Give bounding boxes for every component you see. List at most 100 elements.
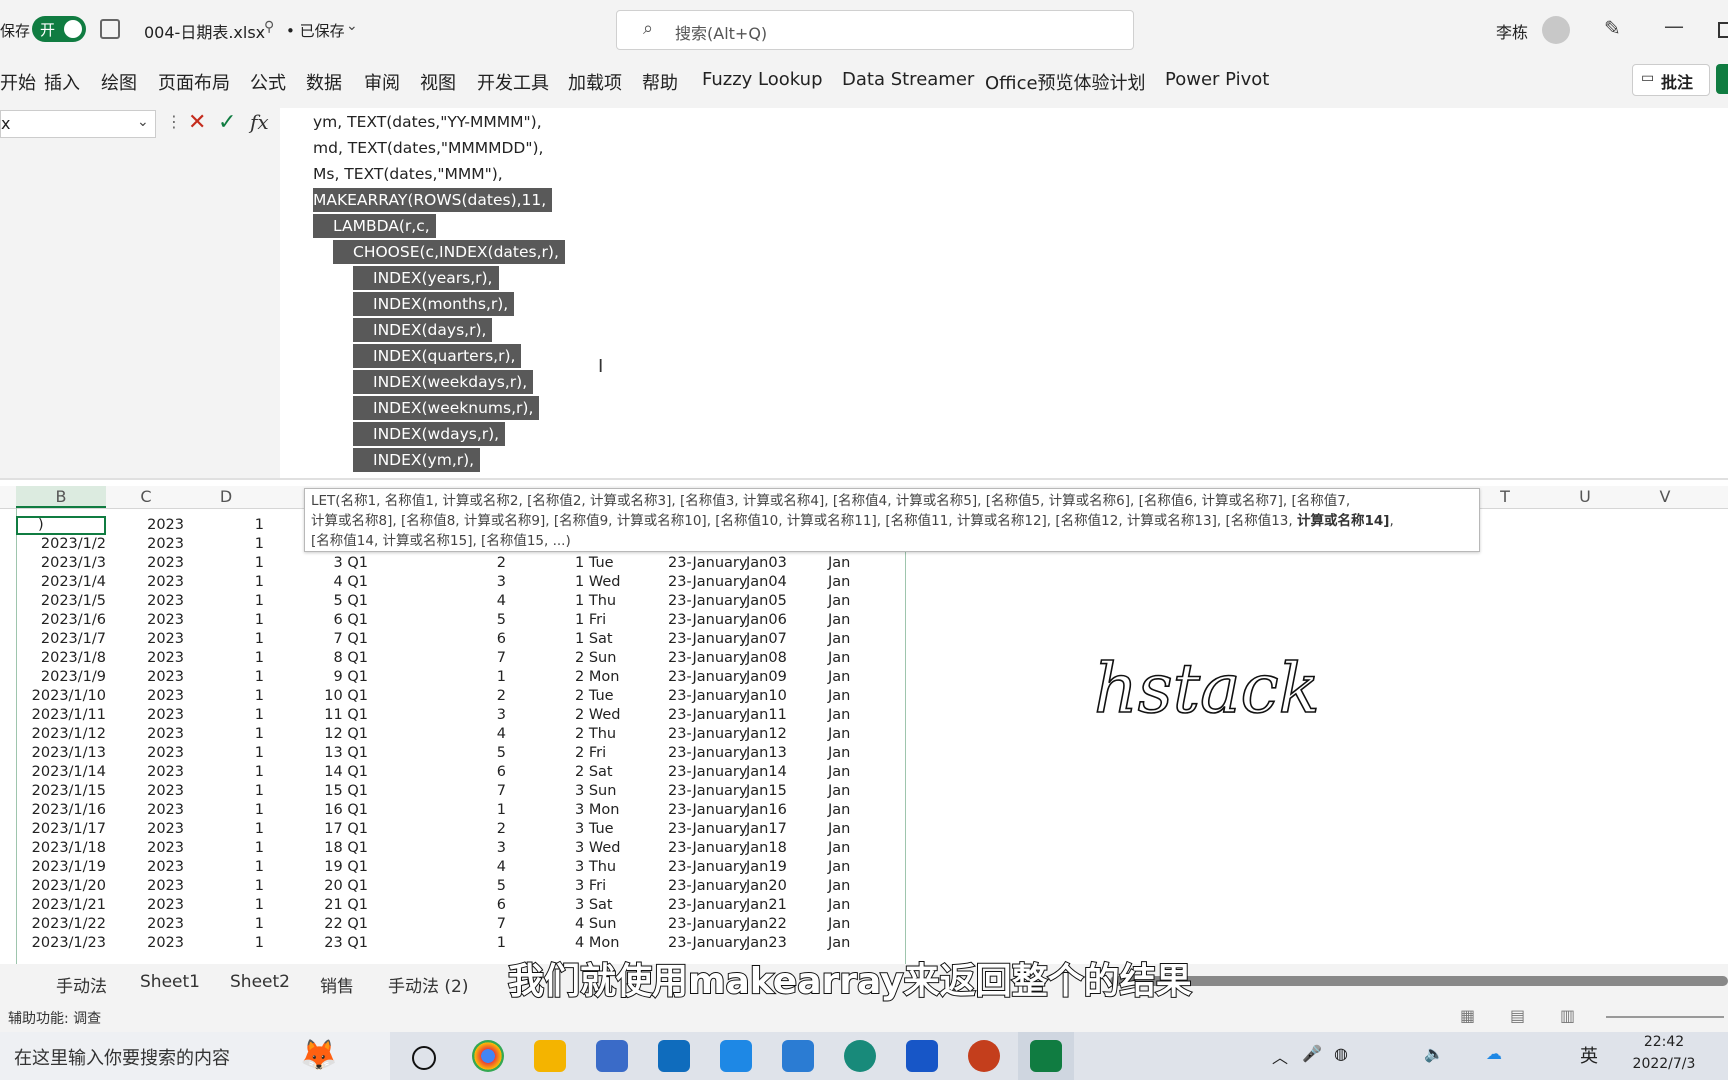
tab-draw[interactable]: 绘图 bbox=[101, 69, 137, 95]
cell-month[interactable]: 1 bbox=[200, 554, 264, 573]
cell-month[interactable]: 1 bbox=[200, 763, 264, 782]
cell-date[interactable]: 2023/1/14 bbox=[16, 763, 106, 782]
column-header-c[interactable]: C bbox=[106, 486, 186, 508]
cell-weekday[interactable]: 6 bbox=[460, 763, 506, 782]
cell-month[interactable]: 1 bbox=[200, 611, 264, 630]
cell-month[interactable]: 1 bbox=[200, 573, 264, 592]
cell-year[interactable]: 2023 bbox=[120, 535, 184, 554]
cell-month[interactable]: 1 bbox=[200, 535, 264, 554]
cell-year[interactable]: 2023 bbox=[120, 573, 184, 592]
cell-month-short[interactable]: Jan bbox=[828, 687, 888, 706]
cell-date[interactable]: 2023/1/10 bbox=[16, 687, 106, 706]
share-button[interactable] bbox=[1716, 64, 1728, 94]
cell-month-day[interactable]: Jan12 bbox=[746, 725, 806, 744]
tab-developer[interactable]: 开发工具 bbox=[477, 69, 549, 95]
cell-weeknum-dayname[interactable]: 3 Thu bbox=[575, 858, 665, 877]
excel-taskbar-active[interactable] bbox=[1018, 1032, 1074, 1080]
tab-help[interactable]: 帮助 bbox=[642, 69, 678, 95]
cell-year-month[interactable]: 23-January bbox=[668, 744, 752, 763]
cell-month-short[interactable]: Jan bbox=[828, 820, 888, 839]
autosave-toggle[interactable]: 开 bbox=[32, 16, 86, 42]
tab-view[interactable]: 视图 bbox=[420, 69, 456, 95]
cell-month[interactable]: 1 bbox=[200, 820, 264, 839]
cell-month-day[interactable]: Jan20 bbox=[746, 877, 806, 896]
cell-weekday[interactable]: 3 bbox=[460, 573, 506, 592]
cell-year[interactable]: 2023 bbox=[120, 896, 184, 915]
store-icon[interactable] bbox=[720, 1040, 752, 1072]
cell-year-month[interactable]: 23-January bbox=[668, 934, 752, 953]
cell-year-month[interactable]: 23-January bbox=[668, 611, 752, 630]
cell-date[interactable]: 2023/1/9 bbox=[16, 668, 106, 687]
tab-review[interactable]: 审阅 bbox=[364, 69, 400, 95]
cell-day-quarter[interactable]: 21 Q1 bbox=[300, 896, 368, 915]
user-name[interactable]: 李栋 bbox=[1496, 19, 1528, 43]
tab-data[interactable]: 数据 bbox=[306, 69, 342, 95]
cell-day-quarter[interactable]: 12 Q1 bbox=[300, 725, 368, 744]
cell-month-short[interactable]: Jan bbox=[828, 725, 888, 744]
clock-time[interactable]: 22:42 bbox=[1632, 1034, 1696, 1050]
cell-weeknum-dayname[interactable]: 1 Wed bbox=[575, 573, 665, 592]
cell-day-quarter[interactable]: 23 Q1 bbox=[300, 934, 368, 953]
column-header-b[interactable]: B bbox=[16, 486, 106, 508]
cell-date[interactable]: 2023/1/13 bbox=[16, 744, 106, 763]
cell-date[interactable]: 2023/1/11 bbox=[16, 706, 106, 725]
cell-month[interactable]: 1 bbox=[200, 934, 264, 953]
cell-month[interactable]: 1 bbox=[200, 687, 264, 706]
cell-weeknum-dayname[interactable]: 2 Tue bbox=[575, 687, 665, 706]
save-status[interactable]: • 已保存 bbox=[286, 20, 345, 41]
sheet-tab-manual-2[interactable]: 手动法 (2) bbox=[388, 972, 468, 997]
column-header-d[interactable]: D bbox=[186, 486, 266, 508]
cell-month-short[interactable]: Jan bbox=[828, 801, 888, 820]
formula-line[interactable]: INDEX(quarters,r), bbox=[353, 344, 522, 368]
tab-formulas[interactable]: 公式 bbox=[250, 69, 286, 95]
cell-month[interactable]: 1 bbox=[200, 896, 264, 915]
cell-year[interactable]: 2023 bbox=[120, 839, 184, 858]
cell-month-short[interactable]: Jan bbox=[828, 915, 888, 934]
edge-icon[interactable] bbox=[844, 1040, 876, 1072]
sheet-tab-manual[interactable]: 手动法 bbox=[56, 972, 107, 997]
confirm-icon[interactable]: ✓ bbox=[218, 110, 236, 135]
cell-d-first[interactable]: 1 bbox=[200, 516, 264, 535]
cell-weekday[interactable]: 4 bbox=[460, 725, 506, 744]
cell-weeknum-dayname[interactable]: 2 Fri bbox=[575, 744, 665, 763]
cell-month-short[interactable]: Jan bbox=[828, 592, 888, 611]
cell-c-first[interactable]: 2023 bbox=[120, 516, 184, 535]
cell-b-first[interactable]: ) bbox=[38, 516, 44, 535]
tab-insert[interactable]: 插入 bbox=[44, 69, 80, 95]
cell-weeknum-dayname[interactable]: 4 Mon bbox=[575, 934, 665, 953]
powerpoint-icon[interactable] bbox=[968, 1040, 1000, 1072]
cell-year[interactable]: 2023 bbox=[120, 877, 184, 896]
cell-date[interactable]: 2023/1/2 bbox=[16, 535, 106, 554]
cell-date[interactable]: 2023/1/16 bbox=[16, 801, 106, 820]
clock-date[interactable]: 2022/7/3 bbox=[1618, 1056, 1710, 1072]
cell-weeknum-dayname[interactable]: 3 Sun bbox=[575, 782, 665, 801]
cell-month-short[interactable]: Jan bbox=[828, 554, 888, 573]
formula-line[interactable]: md, TEXT(dates,"MMMMDD"), bbox=[313, 136, 543, 160]
cell-month[interactable]: 1 bbox=[200, 801, 264, 820]
formula-line[interactable]: INDEX(weekdays,r), bbox=[353, 370, 534, 394]
cell-month-short[interactable]: Jan bbox=[828, 763, 888, 782]
cell-year-month[interactable]: 23-January bbox=[668, 763, 752, 782]
cell-weekday[interactable]: 5 bbox=[460, 744, 506, 763]
tab-office-preview[interactable]: Office预览体验计划 bbox=[985, 69, 1146, 95]
cell-date[interactable]: 2023/1/21 bbox=[16, 896, 106, 915]
formula-line[interactable]: ym, TEXT(dates,"YY-MMMM"), bbox=[313, 110, 542, 134]
cell-year-month[interactable]: 23-January bbox=[668, 706, 752, 725]
cell-day-quarter[interactable]: 8 Q1 bbox=[300, 649, 368, 668]
cell-month-short[interactable]: Jan bbox=[828, 896, 888, 915]
cell-year-month[interactable]: 23-January bbox=[668, 896, 752, 915]
cell-month-day[interactable]: Jan15 bbox=[746, 782, 806, 801]
cell-year[interactable]: 2023 bbox=[120, 592, 184, 611]
cell-date[interactable]: 2023/1/20 bbox=[16, 877, 106, 896]
formula-line[interactable]: Ms, TEXT(dates,"MMM"), bbox=[313, 162, 503, 186]
cell-weekday[interactable]: 7 bbox=[460, 915, 506, 934]
cell-month-short[interactable]: Jan bbox=[828, 782, 888, 801]
formula-line[interactable]: INDEX(days,r), bbox=[353, 318, 493, 342]
cell-day-quarter[interactable]: 22 Q1 bbox=[300, 915, 368, 934]
outlook-icon[interactable] bbox=[658, 1040, 690, 1072]
chevron-up-icon[interactable]: ︿ bbox=[1272, 1044, 1288, 1068]
cell-day-quarter[interactable]: 16 Q1 bbox=[300, 801, 368, 820]
cell-day-quarter[interactable]: 3 Q1 bbox=[300, 554, 368, 573]
cell-date[interactable]: 2023/1/19 bbox=[16, 858, 106, 877]
column-header-u[interactable]: U bbox=[1545, 486, 1625, 508]
